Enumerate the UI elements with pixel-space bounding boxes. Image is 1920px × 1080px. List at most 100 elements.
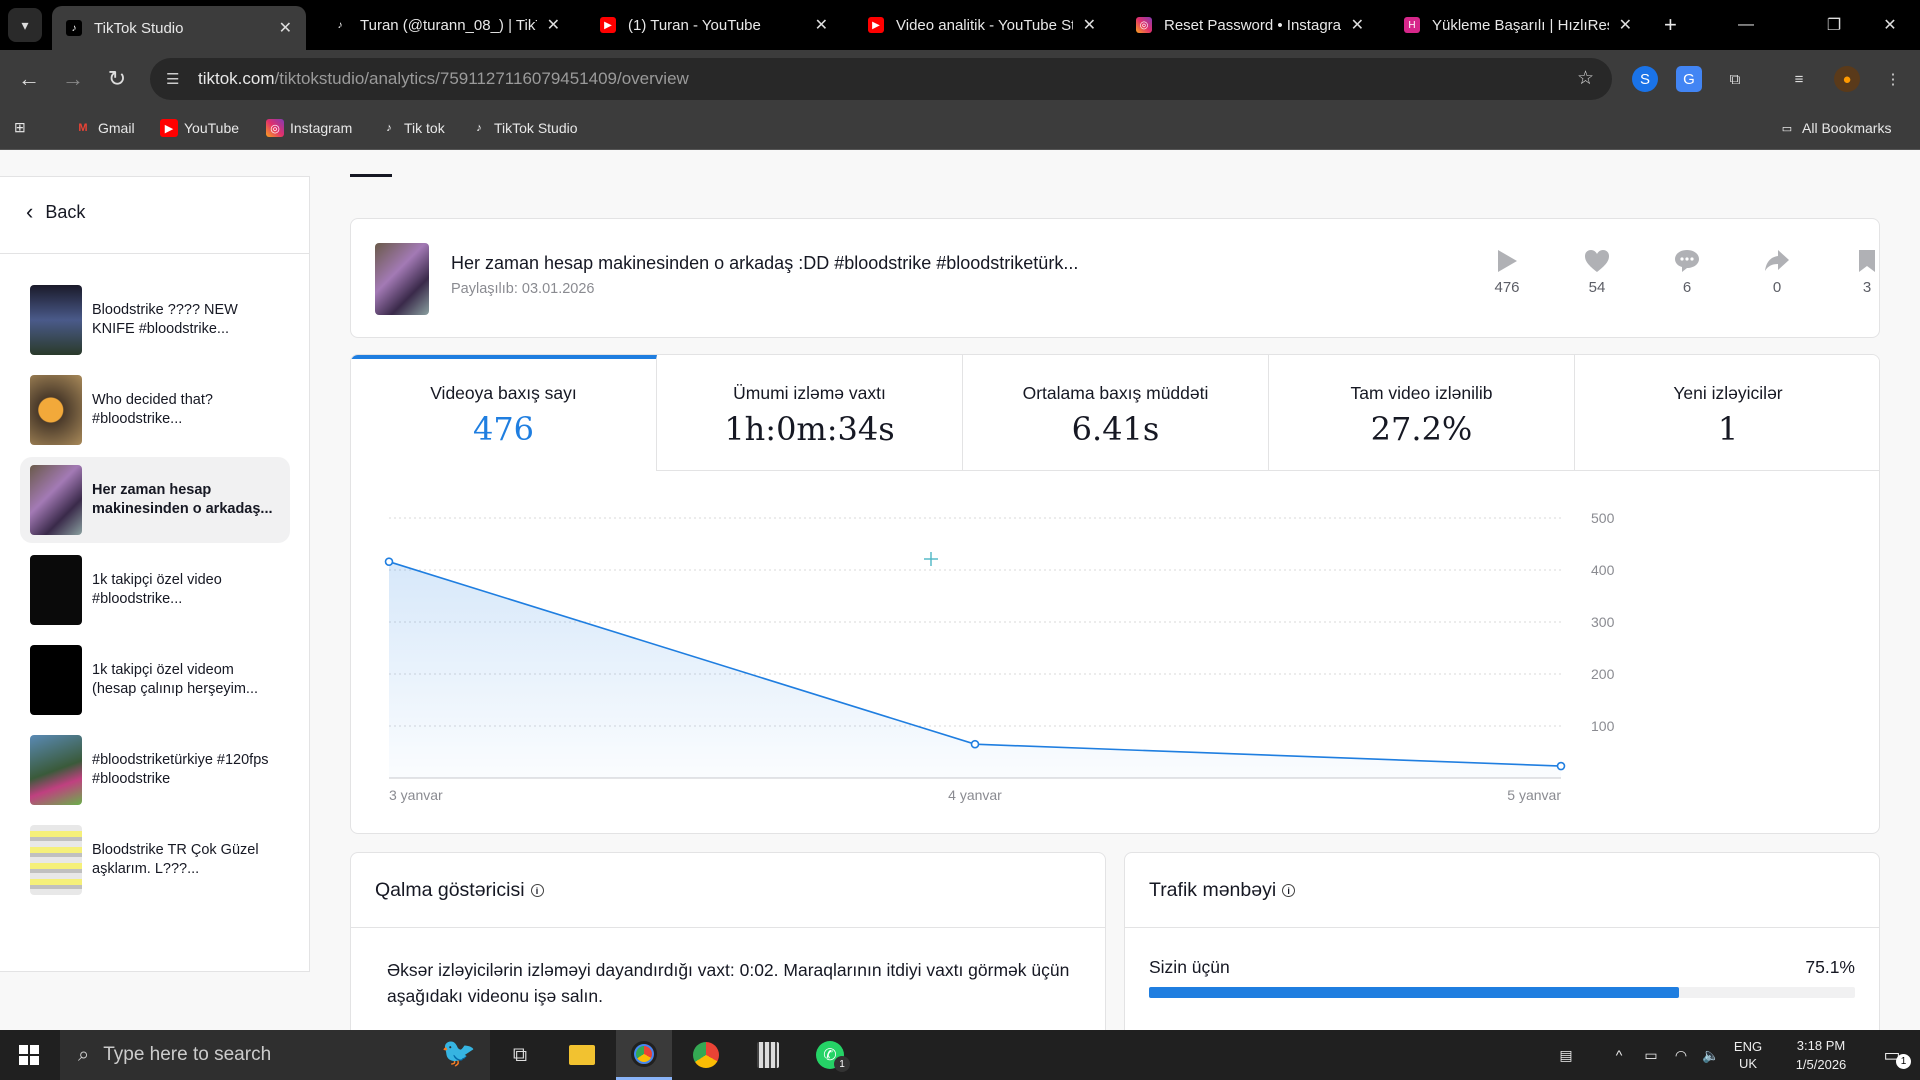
windows-start-button[interactable] <box>0 1030 58 1080</box>
close-tab-icon[interactable]: ✕ <box>815 15 828 35</box>
chevron-left-icon: ‹ <box>26 199 34 224</box>
youtube-icon: ▶ <box>868 17 884 33</box>
calculator-icon[interactable] <box>740 1030 796 1080</box>
browser-menu-icon[interactable]: ⋮ <box>1880 66 1906 92</box>
x-tick-label: 5 yanvar <box>1507 787 1561 803</box>
views-area-chart[interactable]: 500 400 300 200 100 3 yanvar 4 yanvar 5 yanvar <box>351 471 1880 831</box>
sidebar-video-item[interactable]: 1k takipçi özel video #bloodstrike... <box>20 547 290 633</box>
tab-tiktok-studio[interactable]: ♪ TikTok Studio ✕ <box>52 6 306 50</box>
close-tab-icon[interactable]: ✕ <box>1083 15 1096 35</box>
chart-data-point[interactable] <box>384 557 394 566</box>
tab-youtube-studio[interactable]: ▶ Video analitik - YouTube Studio ✕ <box>854 6 1110 44</box>
close-tab-icon[interactable]: ✕ <box>547 15 560 35</box>
metric-tab-new-followers[interactable]: Yeni izləyicilər 1 <box>1575 355 1879 471</box>
back-nav-button[interactable]: ← <box>14 64 44 94</box>
metric-tab-video-views[interactable]: Videoya baxış sayı 476 <box>351 355 657 471</box>
extensions-puzzle-icon[interactable]: ⧉ <box>1722 66 1748 92</box>
video-thumbnail[interactable] <box>375 243 429 315</box>
metrics-chart-card: Videoya baxış sayı 476 Ümumi izləmə vaxt… <box>350 354 1880 834</box>
whatsapp-icon[interactable]: ✆ 1 <box>802 1030 858 1080</box>
y-tick-label: 100 <box>1591 718 1615 734</box>
metric-tab-total-watch-time[interactable]: Ümumi izləmə vaxtı 1h:0m:34s <box>657 355 963 471</box>
close-window-button[interactable]: ✕ <box>1860 0 1920 50</box>
all-bookmarks[interactable]: ▭ All Bookmarks <box>1778 119 1892 137</box>
reload-icon: ↻ <box>107 66 127 91</box>
tab-instagram[interactable]: ◎ Reset Password • Instagram ✕ <box>1122 6 1378 44</box>
info-icon[interactable]: i <box>530 884 544 897</box>
news-widget-icon[interactable]: ▤ <box>1546 1030 1586 1080</box>
close-tab-icon[interactable]: ✕ <box>1619 15 1632 35</box>
sidebar-video-item[interactable]: 1k takipçi özel videom (hesap çalınıp he… <box>20 637 290 723</box>
bookmark-instagram[interactable]: ◎ Instagram <box>266 119 352 137</box>
video-thumbnail <box>30 555 82 625</box>
y-tick-label: 400 <box>1591 562 1615 578</box>
sidebar-video-item[interactable]: Bloodstrike TR Çok Güzel aşklarım. L???.… <box>20 817 290 903</box>
tray-chevron-up-icon[interactable]: ^ <box>1604 1030 1634 1080</box>
search-icon: ⌕ <box>78 1043 90 1066</box>
back-button[interactable]: ‹ Back <box>26 199 85 225</box>
translate-extension-icon[interactable]: G <box>1676 66 1702 92</box>
tab-turan-tiktok[interactable]: ♪ Turan (@turann_08_) | TikTok ✕ <box>318 6 574 44</box>
card-divider <box>1125 927 1879 928</box>
close-tab-icon[interactable]: ✕ <box>279 18 292 38</box>
bookmark-youtube[interactable]: ▶ YouTube <box>160 119 239 137</box>
address-bar[interactable]: ☰ tiktok.com/tiktokstudio/analytics/7591… <box>150 58 1612 100</box>
active-tab-indicator <box>350 174 392 177</box>
sidebar-video-item[interactable]: #bloodstriketürkiye #120fps #bloodstrike <box>20 727 290 813</box>
retention-text: Əksər izləyicilərin izləməyi dayandırdığ… <box>387 960 1070 1006</box>
traffic-source-label: Sizin üçün <box>1149 957 1230 977</box>
metric-tab-full-video-watched[interactable]: Tam video izlənilib 27.2% <box>1269 355 1575 471</box>
chrome-active-icon[interactable] <box>616 1030 672 1080</box>
bookmark-tiktok-studio[interactable]: ♪ TikTok Studio <box>470 119 577 137</box>
shares-stat: 0 <box>1747 247 1807 296</box>
taskbar-search-box[interactable]: ⌕ Type here to search 🐦 <box>60 1030 490 1080</box>
apps-grid-icon[interactable]: ⊞ <box>14 119 26 136</box>
arrow-left-icon: ← <box>18 66 40 91</box>
metric-tab-average-watch-time[interactable]: Ortalama baxış müddəti 6.41s <box>963 355 1269 471</box>
chart-data-point[interactable] <box>1556 761 1566 771</box>
profile-avatar-icon[interactable]: ● <box>1834 66 1860 92</box>
info-icon[interactable]: i <box>1282 884 1296 897</box>
sidebar-video-item[interactable]: Who decided that? #bloodstrike... <box>20 367 290 453</box>
youtube-icon: ▶ <box>160 119 178 137</box>
tab-search-button[interactable]: ▾ <box>8 8 42 42</box>
windows-logo-icon <box>19 1045 39 1065</box>
shazam-extension-icon[interactable]: S <box>1632 66 1658 92</box>
sidebar-video-item-selected[interactable]: Her zaman hesap makinesinden o arkadaş..… <box>20 457 290 543</box>
close-tab-icon[interactable]: ✕ <box>1351 15 1364 35</box>
volume-icon[interactable]: 🔈 <box>1696 1030 1726 1080</box>
bookmark-gmail[interactable]: M Gmail <box>74 119 134 137</box>
notification-center-icon[interactable]: ▭ 1 <box>1870 1030 1914 1080</box>
restore-button[interactable]: ❐ <box>1804 0 1864 50</box>
file-explorer-icon[interactable] <box>554 1030 610 1080</box>
browser-tab-strip: ▾ ♪ TikTok Studio ✕ ♪ Turan (@turann_08_… <box>0 0 1920 50</box>
instagram-icon: ◎ <box>1136 17 1152 33</box>
chart-data-point[interactable] <box>970 739 980 749</box>
battery-icon[interactable]: ▭ <box>1636 1030 1666 1080</box>
analytics-main: Her zaman hesap makinesinden o arkadaş :… <box>310 150 1920 1030</box>
forward-nav-button[interactable]: → <box>58 64 88 94</box>
tab-hizliresim[interactable]: H Yükleme Başarılı | HızlıResim ✕ <box>1390 6 1646 44</box>
hizliresim-icon: H <box>1404 17 1420 33</box>
language-indicator[interactable]: ENG UK <box>1728 1030 1768 1080</box>
bookmark-star-icon[interactable]: ☆ <box>1577 67 1594 90</box>
tab-turan-youtube[interactable]: ▶ (1) Turan - YouTube ✕ <box>586 6 842 44</box>
reload-button[interactable]: ↻ <box>102 64 132 94</box>
retention-title: Qalma göstəricisi <box>375 879 525 901</box>
clock[interactable]: 3:18 PM 1/5/2026 <box>1776 1030 1866 1080</box>
bird-illustration-icon: 🐦 <box>441 1037 476 1068</box>
site-info-icon[interactable]: ☰ <box>166 70 186 88</box>
traffic-source-value: 75.1% <box>1805 957 1855 977</box>
new-tab-button[interactable]: + <box>1650 6 1694 44</box>
wifi-icon[interactable]: ◠ <box>1666 1030 1696 1080</box>
chrome-icon[interactable] <box>678 1030 734 1080</box>
task-view-icon[interactable]: ⧉ <box>492 1030 548 1080</box>
video-thumbnail <box>30 465 82 535</box>
media-controls-icon[interactable]: ≡ <box>1786 66 1812 92</box>
bookmark-tiktok[interactable]: ♪ Tik tok <box>380 119 444 137</box>
y-tick-label: 500 <box>1591 510 1615 526</box>
minimize-button[interactable]: — <box>1716 0 1776 50</box>
folder-icon: ▭ <box>1781 122 1793 135</box>
sidebar-video-item[interactable]: Bloodstrike ???? NEW KNIFE #bloodstrike.… <box>20 277 290 363</box>
y-tick-label: 300 <box>1591 614 1615 630</box>
